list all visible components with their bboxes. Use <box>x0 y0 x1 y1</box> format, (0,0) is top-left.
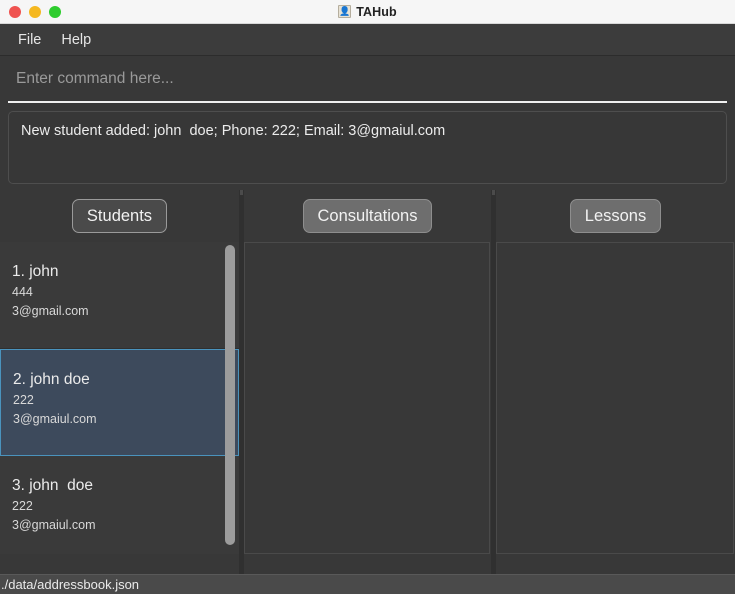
result-display: New student added: john doe; Phone: 222;… <box>8 111 727 184</box>
maximize-window-button[interactable] <box>49 5 61 18</box>
student-email: 3@gmaiul.com <box>12 517 96 532</box>
save-location-path: ./data/addressbook.json <box>1 577 140 592</box>
panel-header-students: Students <box>0 190 239 242</box>
lesson-list[interactable] <box>497 243 733 553</box>
minimize-window-button[interactable] <box>29 5 41 18</box>
application-window: 👤 TAHub File Help New student added: joh… <box>0 0 735 594</box>
student-phone: 222 <box>13 392 34 407</box>
statusbar: ./data/addressbook.json <box>0 574 735 594</box>
tab-students[interactable]: Students <box>71 198 168 234</box>
student-name: 3. john doe <box>12 477 94 494</box>
person-icon: 👤 <box>338 5 352 18</box>
student-phone: 444 <box>12 284 33 299</box>
menu-item-help[interactable]: Help <box>51 29 101 51</box>
student-list[interactable]: 1. john 444 3@gmail.com 2. john doe 222 … <box>0 242 239 554</box>
window-controls <box>9 5 61 18</box>
student-email: 3@gmaiul.com <box>13 411 97 426</box>
panel-body-consultations <box>244 242 490 554</box>
panel-header-consultations: Consultations <box>244 190 491 242</box>
window-title-group: 👤 TAHub <box>0 5 735 19</box>
list-item[interactable]: 1. john 444 3@gmail.com <box>0 242 239 349</box>
close-window-button[interactable] <box>9 5 21 18</box>
list-item[interactable]: 2. john doe 222 3@gmaiul.com <box>0 349 239 456</box>
scrollbar-thumb[interactable] <box>225 245 235 545</box>
result-message: New student added: john doe; Phone: 222;… <box>21 123 446 139</box>
panel-students: Students 1. john 444 3@gmail.com 2. john… <box>0 190 239 574</box>
panel-header-lessons: Lessons <box>496 190 735 242</box>
command-box <box>0 56 735 103</box>
panel-consultations: Consultations <box>244 190 491 574</box>
student-list-scrollbar[interactable] <box>225 242 235 554</box>
tab-consultations[interactable]: Consultations <box>302 198 433 234</box>
result-display-wrapper: New student added: john doe; Phone: 222;… <box>0 103 735 190</box>
panel-body-lessons <box>496 242 734 554</box>
titlebar: 👤 TAHub <box>0 0 735 24</box>
consultation-list[interactable] <box>245 243 489 553</box>
command-input[interactable] <box>8 61 727 103</box>
menu-item-file[interactable]: File <box>8 29 51 51</box>
menubar: File Help <box>0 24 735 56</box>
student-email: 3@gmail.com <box>12 303 89 318</box>
panel-body-students: 1. john 444 3@gmail.com 2. john doe 222 … <box>0 242 239 554</box>
panels-container: Students 1. john 444 3@gmail.com 2. john… <box>0 190 735 574</box>
student-name: 2. john doe <box>13 371 90 388</box>
student-name: 1. john <box>12 263 59 280</box>
student-phone: 222 <box>12 498 33 513</box>
panel-lessons: Lessons <box>496 190 735 574</box>
list-item[interactable]: 3. john doe 222 3@gmaiul.com <box>0 456 239 554</box>
tab-lessons[interactable]: Lessons <box>569 198 662 234</box>
window-title: TAHub <box>356 4 397 19</box>
